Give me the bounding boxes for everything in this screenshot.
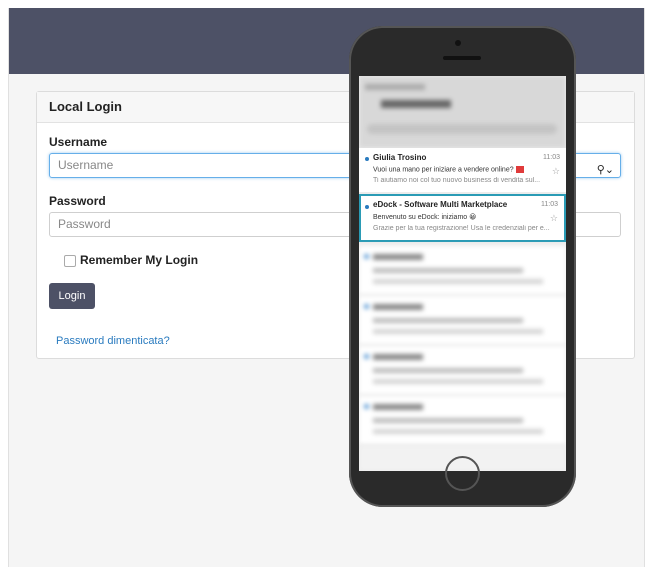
remember-checkbox[interactable] [64,255,76,267]
calendar-emoji-icon [515,166,524,173]
email-sender: Giulia Trosino [373,153,427,162]
star-icon[interactable]: ☆ [552,166,560,177]
forgot-password-link[interactable]: Password dimenticata? [56,335,170,347]
email-subject: Vuoi una mano per iniziare a vendere onl… [373,166,524,173]
key-icon[interactable]: ⚲⌄ [597,159,614,182]
username-label: Username [49,135,108,149]
blurred-email-row [359,396,566,444]
email-item-highlighted[interactable]: eDock - Software Multi Marketplace 11:03… [359,194,566,242]
password-placeholder: Password [58,217,111,231]
phone-camera [455,40,461,46]
star-icon[interactable]: ☆ [550,213,558,224]
blurred-email-row [359,346,566,394]
phone-screen: Giulia Trosino 11:03 Vuoi una mano per i… [359,76,566,471]
login-button[interactable]: Login [49,283,95,309]
blurred-email-row [359,246,566,294]
home-button[interactable] [445,456,480,491]
username-placeholder: Username [58,158,114,172]
email-preview: Ti aiutiamo noi col tuo nuovo business d… [373,177,541,184]
blurred-email-row [359,296,566,344]
email-preview: Grazie per la tua registrazione! Usa le … [373,225,550,232]
mail-app-header-blurred [359,76,566,148]
unread-dot [365,205,369,209]
email-sender: eDock - Software Multi Marketplace [373,200,508,209]
unread-dot [365,157,369,161]
email-item[interactable]: Giulia Trosino 11:03 Vuoi una mano per i… [359,148,566,192]
email-time: 11:03 [543,154,560,161]
email-time: 11:03 [541,201,558,208]
password-label: Password [49,194,106,208]
email-subject: Benvenuto su eDock: iniziamo 😀 [373,214,477,221]
phone-mockup: Giulia Trosino 11:03 Vuoi una mano per i… [349,26,576,507]
phone-speaker [443,56,481,60]
remember-label[interactable]: Remember My Login [80,253,198,267]
